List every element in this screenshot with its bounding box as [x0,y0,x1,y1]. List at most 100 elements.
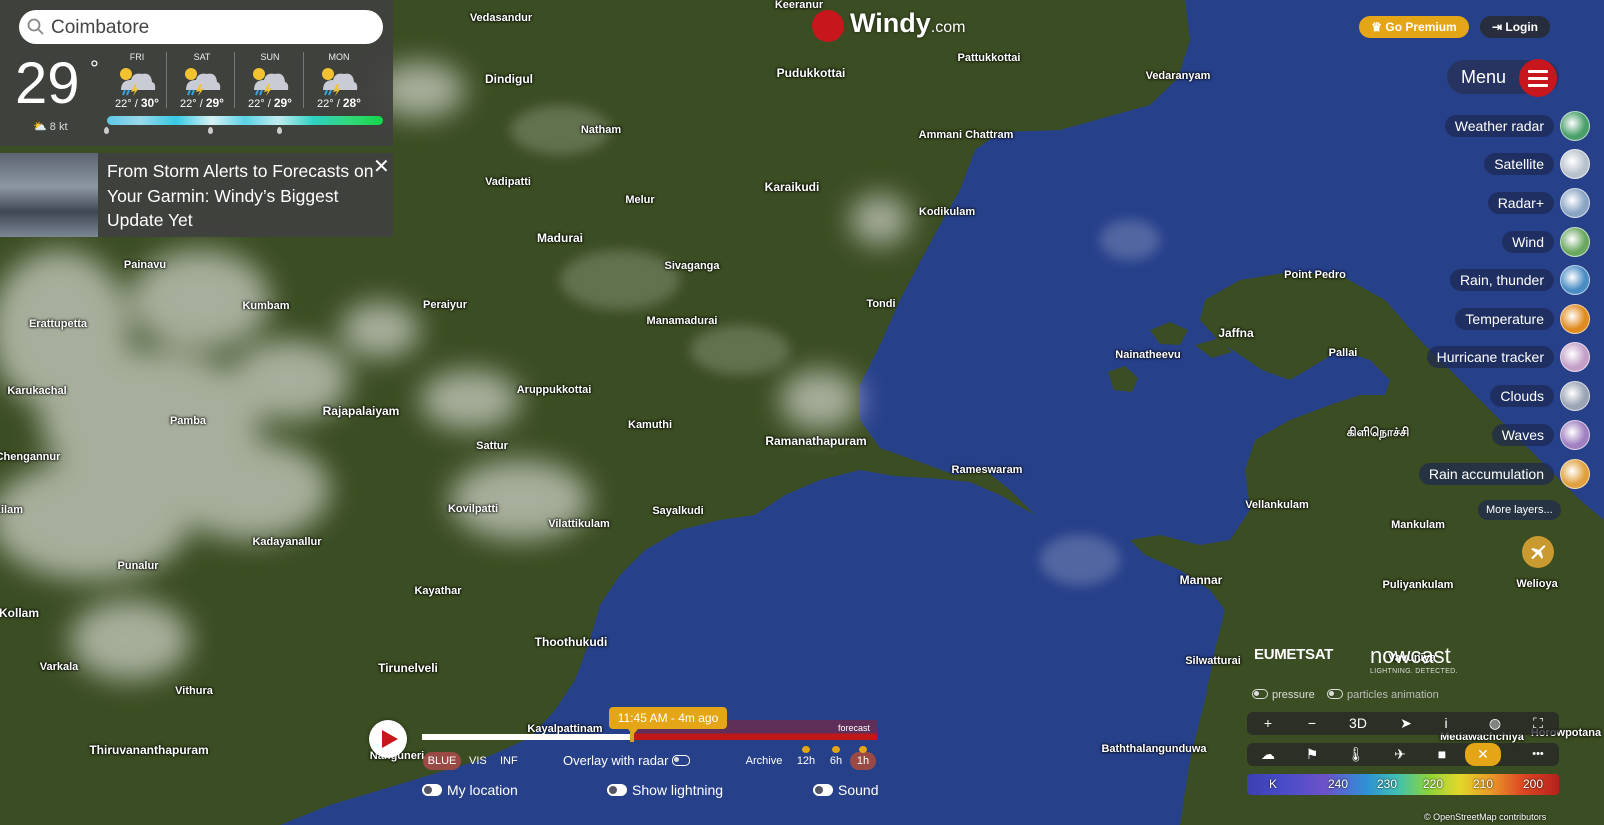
info-icon[interactable]: i [1433,712,1459,735]
layer-hurricane[interactable]: Hurricane tracker [1390,342,1590,372]
forecast-day[interactable]: MON 22° / 28° [307,52,371,114]
day-separator [166,52,167,108]
place-label: Rajapalaiyam [322,404,400,418]
flag-icon[interactable]: ⚑ [1299,743,1325,766]
place-label: Erattupetta [28,318,88,330]
menu-label: Menu [1461,67,1507,87]
place-label: Vithura [175,685,213,697]
place-label: Kayathar [414,585,462,597]
search-input[interactable] [49,14,373,42]
layer-clouds[interactable]: Clouds [1390,381,1590,411]
timeline-past[interactable] [422,734,632,740]
radar-plus-icon [1560,188,1590,218]
mode-vis[interactable]: VIS [469,752,487,770]
range-12h[interactable]: 12h [794,746,818,770]
place-label: Vadipatti [485,176,531,188]
overlay-radar-toggle[interactable]: Overlay with radar [563,753,694,768]
close-icon[interactable]: ✕ [373,154,390,179]
thunderstorm-icon [185,68,221,96]
go-premium-button[interactable]: ♛ Go Premium [1359,16,1469,38]
forecast-panel[interactable]: 29 ° ⛅ 8 kt FRI 22° / 30° SAT 22° / 29° SUN 2… [0,0,393,146]
zoom-in-icon[interactable]: + [1255,712,1281,735]
map-tools-toolbar: ☁ ⚑ 🌡 ✈ ■ ✕ ••• [1247,743,1559,766]
place-label: Thiruvananthapuram [89,743,209,757]
forecast-day[interactable]: FRI 22° / 30° [105,52,169,114]
thermometer-icon[interactable]: 🌡 [1343,743,1369,766]
thunderstorm-icon [253,68,289,96]
fullscreen-icon[interactable]: ⛶ [1525,712,1551,735]
layer-waves[interactable]: Waves [1390,420,1590,450]
place-label: Thoothukudi [534,635,608,649]
place-label: Rameswaram [951,464,1023,476]
day-name: MON [328,52,350,62]
layer-temperature[interactable]: Temperature [1390,304,1590,334]
webcam-icon[interactable]: ■ [1429,743,1455,766]
layer-rain-accumulation[interactable]: Rain accumulation [1390,459,1590,489]
place-label: Natham [580,124,622,136]
legend-unit: K [1269,777,1278,791]
crown-icon [832,746,840,753]
plane-icon[interactable] [1522,536,1554,568]
layer-rain-thunder[interactable]: Rain, thunder [1390,265,1590,295]
crown-icon [802,746,810,753]
news-headline[interactable]: From Storm Alerts to Forecasts on Your G… [107,159,387,233]
weather-icon[interactable]: ☁ [1255,743,1281,766]
legend-tick: 230 [1377,777,1398,791]
archive-button[interactable]: Archive [744,752,784,770]
show-lightning-toggle[interactable]: Show lightning [607,782,723,798]
news-thumbnail[interactable] [0,153,98,237]
sound-toggle[interactable]: Sound [813,782,878,798]
menu-button[interactable]: Menu [1447,59,1559,97]
legend-tick: 220 [1423,777,1444,791]
place-label: Welioya [1516,578,1558,590]
place-label: Mannar [1179,573,1223,587]
my-location-toggle[interactable]: My location [422,782,518,798]
news-card[interactable]: From Storm Alerts to Forecasts on Your G… [0,153,393,237]
plane-icon[interactable]: ✈ [1387,743,1413,766]
legend-tick: 200 [1523,777,1544,791]
place-label: Karukachal [7,385,67,397]
3d-button[interactable]: 3D [1345,712,1371,735]
wind-speed: ⛅ 8 kt [33,121,68,133]
nowcast-tagline: LIGHTNING. DETECTED. [1370,668,1458,675]
layer-label: Wind [1502,231,1554,253]
mode-inf[interactable]: INF [500,752,518,770]
mode-blue[interactable]: BLUE [423,752,461,770]
place-label: Sivaganga [664,260,720,272]
layer-wind[interactable]: Wind [1390,227,1590,257]
place-label: Ammani Chattram [918,129,1014,141]
place-label: Varkala [39,661,79,673]
forecast-day[interactable]: SAT 22° / 29° [170,52,234,114]
search-box[interactable] [19,10,383,44]
play-button[interactable] [369,720,407,758]
layer-radar[interactable]: Weather radar [1390,111,1590,141]
locate-icon[interactable]: ➤ [1393,712,1419,735]
close-icon[interactable]: ✕ [1465,743,1501,766]
layer-satellite[interactable]: Satellite [1390,149,1590,179]
range-1h[interactable]: 1h [850,746,876,770]
hurricane-icon[interactable]: ◍ [1482,712,1508,735]
zoom-out-icon[interactable]: − [1299,712,1325,735]
raindrop-icon [277,127,282,134]
particles-toggle[interactable]: particles animation [1327,689,1439,701]
place-label: Peraiyur [422,299,468,311]
crown-icon [859,746,867,753]
more-layers-button[interactable]: More layers... [1478,500,1561,520]
pressure-toggle[interactable]: pressure [1252,689,1315,701]
map-controls-toolbar: + −3D ➤ i ◍ ⛶ [1247,712,1559,735]
place-label: Dindigul [485,72,533,86]
more-icon[interactable]: ••• [1525,743,1551,766]
range-6h[interactable]: 6h [826,746,846,770]
place-label: Karaikudi [764,180,820,194]
windy-logo-icon [812,10,844,42]
place-label: Nainatheevu [1115,349,1181,361]
legend-tick: 210 [1473,777,1494,791]
login-button[interactable]: ⇥ Login [1480,16,1550,38]
login-icon: ⇥ [1491,20,1506,34]
place-label: Kumbam [242,300,290,312]
layer-label: Clouds [1490,385,1554,407]
temperature-unit: ° [90,56,99,81]
forecast-day[interactable]: SUN 22° / 29° [238,52,302,114]
forecast-label: forecast [838,723,871,733]
layer-radar-plus[interactable]: Radar+ [1390,188,1590,218]
